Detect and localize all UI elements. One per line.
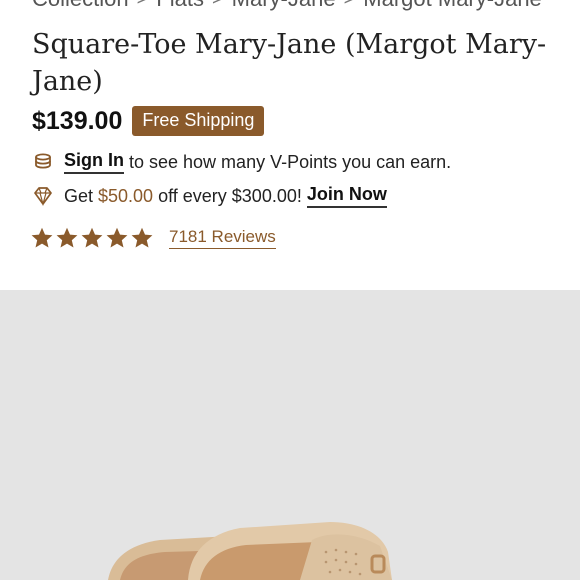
product-price: $139.00 [32, 106, 123, 135]
points-offer-row: Get $50.00 off every $300.00! Join Now [32, 184, 387, 208]
points-info-text: to see how many V-Points you can earn. [124, 151, 452, 172]
star-icon [106, 227, 128, 248]
product-title: Square-Toe Mary-Jane (Margot Mary-Jane) [32, 29, 547, 97]
star-icon [56, 227, 78, 248]
points-signin-row: Sign In to see how many V-Points you can… [32, 150, 451, 174]
breadcrumb: Collection > Flats > Mary-Jane > Margot … [32, 0, 542, 12]
breadcrumb-item-flats[interactable]: Flats [156, 0, 204, 12]
price-row: $139.00 Free Shipping [32, 106, 265, 136]
star-icon [31, 227, 53, 248]
offer-amount: $50.00 [98, 185, 154, 206]
breadcrumb-separator: > [137, 0, 149, 11]
reviews-link[interactable]: 7181 Reviews [169, 227, 276, 249]
rating-row: 7181 Reviews [30, 226, 276, 250]
breadcrumb-separator: > [344, 0, 356, 11]
offer-suffix-text: off every $300.00! [153, 185, 307, 206]
product-image [0, 290, 580, 580]
breadcrumb-item-margot[interactable]: Margot Mary-Jane [363, 0, 542, 12]
free-shipping-badge: Free Shipping [132, 106, 265, 136]
coins-icon [32, 151, 54, 173]
breadcrumb-item-mary-jane[interactable]: Mary-Jane [232, 0, 336, 12]
rating-stars[interactable] [30, 226, 155, 250]
breadcrumb-item-collection[interactable]: Collection [32, 0, 129, 12]
star-icon [81, 227, 103, 248]
sign-in-link[interactable]: Sign In [64, 150, 124, 174]
join-now-link[interactable]: Join Now [306, 184, 387, 208]
product-image-gallery[interactable] [0, 290, 580, 580]
star-icon [131, 227, 153, 248]
diamond-icon [32, 185, 54, 207]
breadcrumb-separator: > [212, 0, 224, 11]
offer-prefix-text: Get [64, 185, 99, 206]
